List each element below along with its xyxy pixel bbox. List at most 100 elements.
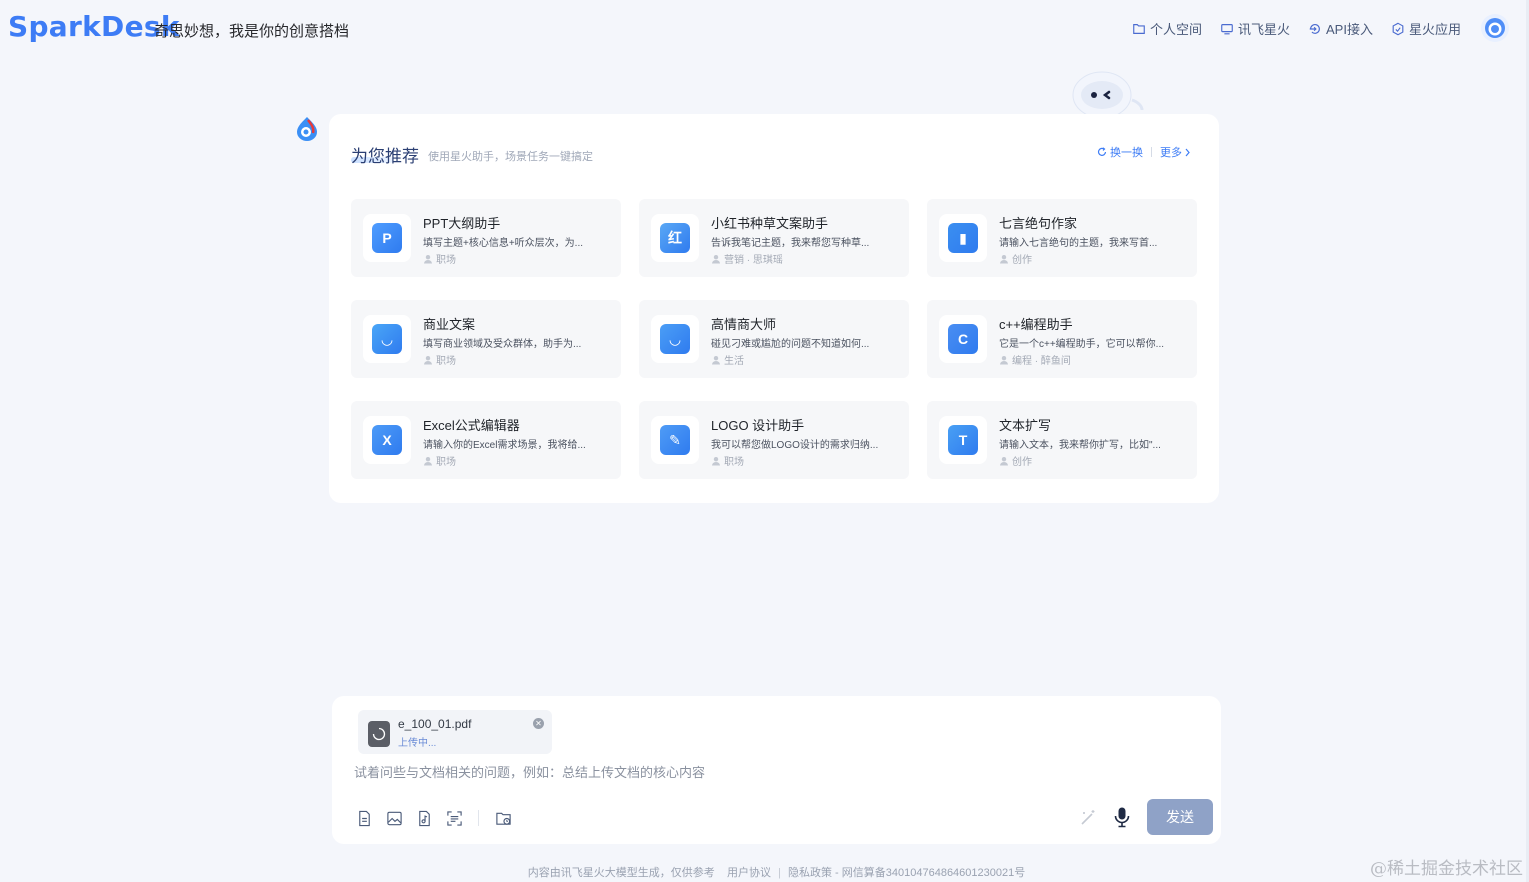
cpp-icon: C (948, 324, 978, 354)
agent-name: 七言绝句作家 (999, 216, 1078, 231)
upload-document-button[interactable] (354, 808, 374, 828)
agent-tags: 营销 · 思琪瑶 (711, 251, 783, 266)
agent-description: 请输入你的Excel需求场景，我将给... (423, 440, 586, 451)
record-number-link[interactable]: 网信算备340104764864601230021号 (842, 867, 1025, 879)
text-icon: T (948, 425, 978, 455)
nav-label: 讯飞星火 (1238, 22, 1291, 37)
folder-icon (1133, 23, 1145, 34)
agent-card[interactable]: ✎ LOGO 设计助手 我可以帮您做LOGO设计的需求归纳... 职场 (639, 401, 909, 479)
agent-tag-text: 职场 (724, 457, 744, 468)
remove-file-icon[interactable]: ✕ (533, 718, 544, 729)
input-toolbar (354, 808, 513, 828)
user-small-icon (712, 456, 720, 465)
agent-tag-text: 营销 · 思琪瑶 (724, 255, 783, 266)
file-history-button[interactable] (493, 808, 513, 828)
recommend-title: 为您推荐 (351, 147, 419, 166)
file-upload-status: 上传中... (398, 738, 437, 749)
file-name: e_100_01.pdf (398, 717, 472, 731)
user-small-icon (712, 254, 720, 263)
agent-icon-wrap: 红 (651, 214, 699, 262)
chat-input[interactable]: 试着问些与文档相关的问题，例如：总结上传文档的核心内容 (354, 762, 705, 781)
agent-name: LOGO 设计助手 (711, 418, 805, 433)
excel-icon: X (372, 425, 402, 455)
agent-icon-wrap: ✎ (651, 416, 699, 464)
audio-file-icon (418, 810, 430, 826)
agent-icon-wrap: T (939, 416, 987, 464)
agent-tag-text: 职场 (436, 457, 456, 468)
footer: 内容由讯飞星火大模型生成，仅供参考 用户协议 | 隐私政策 - 网信算备3401… (0, 864, 1529, 880)
nav-label: API接入 (1326, 22, 1373, 37)
document-icon (358, 810, 370, 826)
agent-name: 文本扩写 (999, 418, 1052, 433)
scan-icon (446, 810, 462, 826)
agent-name: c++编程助手 (999, 317, 1073, 332)
agent-card[interactable]: P PPT大纲助手填写主题+核心信息+听众层次，为... 职场 (351, 199, 621, 277)
monitor-icon (1221, 23, 1233, 34)
top-nav: 个人空间 讯飞星火 API接入 星火应用 (1132, 19, 1461, 38)
agent-name: Excel公式编辑器 (423, 418, 520, 433)
agent-card[interactable]: X Excel公式编辑器请输入你的Excel需求场景，我将给... 职场 (351, 401, 621, 479)
more-button[interactable]: 更多 (1160, 144, 1191, 160)
user-agreement-link[interactable]: 用户协议 (727, 867, 771, 879)
agent-name: 高情商大师 (711, 317, 777, 332)
upload-image-button[interactable] (384, 808, 404, 828)
refresh-button[interactable]: 换一换 (1097, 144, 1143, 160)
privacy-policy-link[interactable]: 隐私政策 (788, 867, 832, 879)
user-small-icon (1000, 254, 1008, 263)
agent-card[interactable]: T 文本扩写 请输入文本，我来帮你扩写，比如"... 创作 (927, 401, 1197, 479)
agent-card[interactable]: Cc++编程助手 它是一个c++编程助手，它可以帮你... 编程 · 醉鱼间 (927, 300, 1197, 378)
user-small-icon (424, 254, 432, 263)
agent-description: 请输入七言绝句的主题，我来写首... (999, 238, 1158, 249)
user-avatar[interactable] (1481, 14, 1509, 42)
agent-description: 碰见刁难或尴尬的问题不知道如何... (711, 339, 870, 350)
agent-card[interactable]: ▮ 七言绝句作家 请输入七言绝句的主题，我来写首... 创作 (927, 199, 1197, 277)
file-icon (368, 721, 390, 747)
folder-clock-icon (495, 812, 511, 825)
app-icon (1392, 22, 1404, 35)
api-icon (1309, 23, 1320, 34)
agent-grid: P PPT大纲助手 填写主题+核心信息+听众层次，为... 职场 红 小红书种草文案助手告… (351, 199, 1197, 479)
nav-api-access[interactable]: API接入 (1308, 19, 1373, 38)
ppt-icon: P (372, 223, 402, 253)
agent-description: 它是一个c++编程助手，它可以帮你... (999, 339, 1165, 350)
agent-icon-wrap: ▮ (939, 214, 987, 262)
agent-card[interactable]: 红 小红书种草文案助手 告诉我笔记主题，我来帮您写种草... 营销 · 思琪瑶 (639, 199, 909, 277)
send-button[interactable]: 发送 (1147, 799, 1213, 835)
refresh-label: 换一换 (1110, 147, 1143, 159)
upload-audio-button[interactable] (414, 808, 434, 828)
nav-label: 个人空间 (1149, 22, 1202, 37)
agent-icon-wrap: C (939, 315, 987, 363)
magic-wand-icon[interactable] (1078, 808, 1098, 828)
user-small-icon (1000, 456, 1008, 465)
agent-description: 填写主题+核心信息+听众层次，为... (423, 238, 584, 249)
agent-name: 小红书种草文案助手 (711, 216, 829, 231)
agent-tag-text: 职场 (436, 356, 456, 367)
nav-personal-space[interactable]: 个人空间 (1132, 19, 1202, 38)
recommend-actions: 换一换 更多 (1097, 144, 1191, 160)
footer-separator: | (778, 867, 781, 879)
agent-icon-wrap: ◡ (363, 315, 411, 363)
footer-notice: 内容由讯飞星火大模型生成，仅供参考 (527, 867, 715, 879)
microphone-icon[interactable] (1112, 806, 1132, 828)
agent-tag-text: 职场 (436, 255, 456, 266)
agent-tag-text: 生活 (724, 356, 744, 367)
xiaohongshu-icon: 红 (660, 223, 690, 253)
agent-card[interactable]: ◡ 商业文案 填写商业领域及受众群体，助手为... 职场 (351, 300, 621, 378)
top-header: SparkDesk 奇思妙想，我是你的创意搭档 个人空间 讯飞星火 API接入 … (0, 0, 1529, 58)
loading-spinner-icon (372, 727, 386, 741)
slogan: 奇思妙想，我是你的创意搭档 (154, 23, 350, 40)
agent-tags: 创作 (999, 453, 1032, 468)
chevron-right-icon (1185, 148, 1190, 156)
divider (1151, 147, 1152, 157)
scan-button[interactable] (444, 808, 464, 828)
agent-card[interactable]: ◡ 高情商大师 碰见刁难或尴尬的问题不知道如何... 生活 (639, 300, 909, 378)
agent-name: PPT大纲助手 (423, 216, 501, 231)
chat-input-card: e_100_01.pdf 上传中... ✕ 试着问些与文档相关的问题，例如：总结… (332, 696, 1221, 844)
nav-spark-apps[interactable]: 星火应用 (1391, 19, 1461, 38)
nav-xunfei-spark[interactable]: 讯飞星火 (1220, 19, 1290, 38)
user-small-icon (712, 355, 720, 364)
uploaded-file-chip[interactable]: e_100_01.pdf 上传中... ✕ (358, 710, 552, 754)
nav-label: 星火应用 (1408, 22, 1461, 37)
recommend-card: 为您推荐 使用星火助手，场景任务一键搞定 换一换 更多 P PPT大纲助手 填写主题… (329, 114, 1219, 503)
more-label: 更多 (1160, 147, 1182, 159)
